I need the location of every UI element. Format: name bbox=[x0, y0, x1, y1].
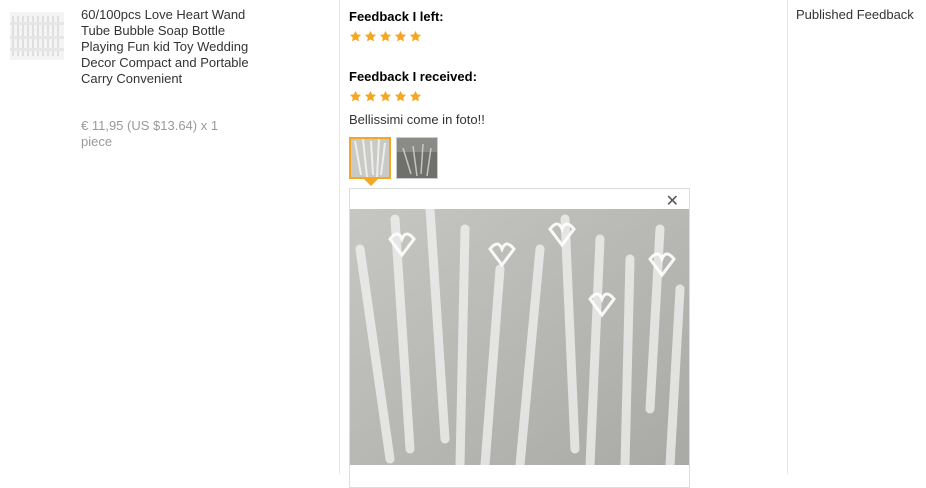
star-icon bbox=[394, 90, 407, 105]
column-divider-left bbox=[339, 0, 340, 474]
product-price: € 11,95 (US $13.64) x 1 piece bbox=[81, 118, 219, 149]
feedback-left-stars bbox=[349, 30, 422, 45]
star-icon bbox=[379, 90, 392, 105]
feedback-received-heading: Feedback I received: bbox=[349, 69, 477, 84]
selected-photo-pointer bbox=[364, 179, 378, 186]
feedback-comment: Bellissimi come in foto!! bbox=[349, 112, 485, 127]
star-icon bbox=[409, 90, 422, 105]
photo-viewer: ✕ bbox=[349, 188, 690, 488]
review-photo-thumbnail-1[interactable] bbox=[349, 137, 391, 179]
star-icon bbox=[349, 30, 362, 45]
star-icon bbox=[394, 30, 407, 45]
product-thumbnail[interactable] bbox=[10, 12, 64, 60]
review-photo-thumbnail-2[interactable] bbox=[396, 137, 438, 179]
star-icon bbox=[379, 30, 392, 45]
star-icon bbox=[364, 90, 377, 105]
published-feedback-status: Published Feedback bbox=[796, 7, 914, 22]
feedback-received-stars bbox=[349, 90, 422, 105]
star-icon bbox=[364, 30, 377, 45]
column-divider-right bbox=[787, 0, 788, 474]
star-icon bbox=[349, 90, 362, 105]
star-icon bbox=[409, 30, 422, 45]
feedback-left-heading: Feedback I left: bbox=[349, 9, 444, 24]
review-photo-large[interactable] bbox=[350, 209, 689, 465]
product-title[interactable]: 60/100pcs Love Heart Wand Tube Bubble So… bbox=[81, 7, 266, 87]
